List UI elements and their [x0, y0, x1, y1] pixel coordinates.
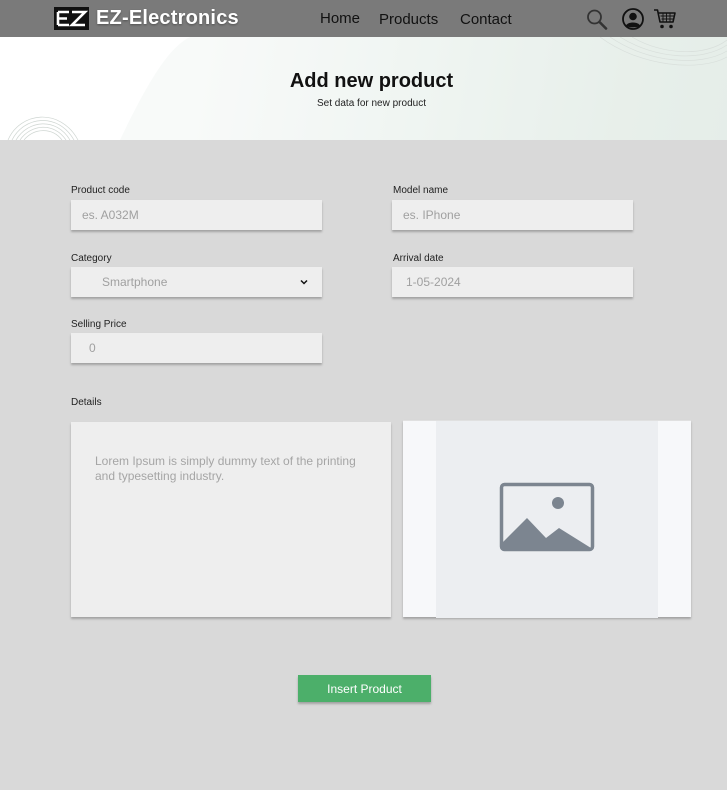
page-header-banner: Add new product Set data for new product	[0, 37, 727, 140]
page-subtitle: Set data for new product	[317, 98, 426, 109]
nav-products-link[interactable]: Products	[379, 11, 438, 28]
user-account-icon[interactable]	[621, 8, 645, 30]
nav-home-link[interactable]: Home	[320, 10, 360, 27]
product-code-placeholder: es. A032M	[82, 208, 139, 222]
model-name-placeholder: es. IPhone	[403, 208, 461, 222]
image-placeholder-icon	[499, 482, 595, 557]
selling-price-input[interactable]: 0	[71, 333, 322, 363]
category-select[interactable]: Smartphone	[71, 267, 322, 297]
selling-price-label: Selling Price	[71, 319, 127, 330]
arrival-date-label: Arrival date	[393, 253, 444, 264]
model-name-label: Model name	[393, 185, 449, 196]
arrival-date-input[interactable]: 1-05-2024	[392, 267, 633, 297]
shopping-cart-icon[interactable]	[653, 8, 677, 30]
brand-name: EZ-Electronics	[96, 7, 239, 29]
details-label: Details	[71, 397, 102, 408]
search-icon[interactable]	[585, 8, 609, 30]
arrival-date-value: 1-05-2024	[406, 275, 461, 289]
product-code-label: Product code	[71, 185, 130, 196]
top-navbar: EZ-Electronics Home Products Contact	[0, 0, 727, 37]
nav-contact-link[interactable]: Contact	[460, 11, 512, 28]
selling-price-value: 0	[89, 341, 96, 355]
category-selected-value: Smartphone	[102, 275, 168, 289]
image-preview-area	[436, 421, 658, 618]
category-label: Category	[71, 253, 112, 264]
product-image-upload[interactable]	[403, 420, 691, 618]
product-code-input[interactable]: es. A032M	[71, 200, 322, 230]
brand-logo[interactable]: EZ-Electronics	[54, 7, 239, 30]
ez-logo-icon	[54, 7, 89, 30]
insert-product-button[interactable]: Insert Product	[298, 675, 431, 702]
page-title: Add new product	[289, 70, 454, 92]
details-placeholder: Lorem Ipsum is simply dummy text of the …	[95, 454, 356, 483]
model-name-input[interactable]: es. IPhone	[392, 200, 633, 230]
chevron-down-icon	[300, 279, 308, 285]
details-textarea[interactable]: Lorem Ipsum is simply dummy text of the …	[71, 422, 391, 617]
